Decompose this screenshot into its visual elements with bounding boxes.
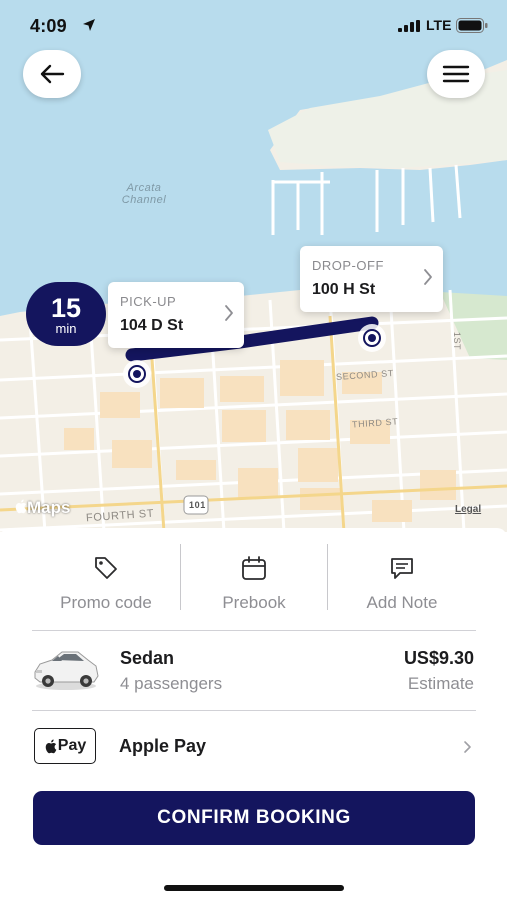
vehicle-name: Sedan: [120, 648, 175, 668]
apple-pay-badge-text: Pay: [57, 737, 87, 754]
section-divider: [32, 630, 476, 631]
home-indicator: [164, 885, 344, 891]
dropoff-address: 100 H St: [312, 281, 376, 298]
action-bar: Promo code Prebook Add Note: [32, 544, 476, 616]
prebook-label: Prebook: [222, 593, 286, 612]
legal-link[interactable]: Legal: [455, 504, 481, 515]
apple-pay-badge: Pay: [34, 728, 96, 764]
add-note-label: Add Note: [366, 593, 438, 612]
arrow-left-icon: [40, 64, 65, 84]
apple-logo-icon: [15, 499, 27, 514]
hamburger-menu-icon: [442, 65, 470, 83]
pickup-callout[interactable]: PICK-UP 104 D St: [108, 282, 244, 348]
dropoff-pin[interactable]: [358, 324, 386, 352]
eta-value: 15: [50, 293, 82, 323]
fare-estimate-note: Estimate: [407, 674, 474, 693]
location-arrow-icon: [83, 19, 95, 31]
section-divider: [32, 710, 476, 711]
maps-logo-text: Maps: [27, 498, 71, 517]
add-note-button[interactable]: Add Note: [328, 544, 476, 616]
dropoff-callout[interactable]: DROP-OFF 100 H St: [300, 246, 443, 312]
highway-shield-label: 101: [189, 500, 206, 510]
status-time: 4:09: [30, 16, 67, 36]
action-divider: [180, 544, 181, 610]
maps-logo: Maps: [14, 498, 70, 518]
prebook-button[interactable]: Prebook: [180, 544, 328, 616]
network-type: LTE: [426, 17, 452, 33]
tag-icon: [95, 557, 117, 579]
vehicle-option[interactable]: Sedan 4 passengers US$9.30 Estimate: [32, 632, 476, 710]
map-view[interactable]: Arcata Channel SECOND ST THIRD ST FOURTH…: [0, 0, 507, 532]
promo-code-button[interactable]: Promo code: [32, 544, 180, 616]
water-label-line2: Channel: [121, 194, 167, 206]
pickup-address: 104 D St: [120, 317, 184, 334]
menu-button[interactable]: [427, 50, 485, 98]
vehicle-capacity: 4 passengers: [120, 674, 223, 693]
back-button[interactable]: [23, 50, 81, 98]
street-label-first: 1ST: [452, 331, 463, 351]
battery-icon: [456, 18, 488, 33]
promo-code-label: Promo code: [60, 593, 152, 612]
eta-unit: min: [55, 321, 77, 336]
chevron-right-icon: [424, 269, 432, 285]
booking-sheet: Promo code Prebook Add Note Sedan 4 pass…: [0, 528, 507, 900]
payment-method-name: Apple Pay: [119, 736, 207, 756]
confirm-booking-button[interactable]: CONFIRM BOOKING: [33, 791, 475, 845]
sedan-car-image: [34, 651, 99, 690]
water-label-line1: Arcata: [126, 182, 162, 194]
apple-logo-icon: [45, 739, 57, 753]
chevron-right-icon: [464, 741, 471, 753]
water-label: Arcata Channel: [108, 182, 180, 206]
calendar-icon: [242, 556, 266, 580]
fare-price: US$9.30: [403, 648, 474, 668]
dropoff-kicker: DROP-OFF: [312, 258, 384, 273]
pickup-pin[interactable]: [123, 360, 151, 388]
action-divider: [327, 544, 328, 610]
payment-method-row[interactable]: Pay Apple Pay: [32, 712, 476, 780]
eta-badge: 15 min: [26, 282, 106, 346]
message-icon: [391, 558, 413, 579]
pickup-kicker: PICK-UP: [120, 294, 177, 309]
status-bar: 4:09 LTE: [0, 0, 507, 52]
chevron-right-icon: [225, 305, 233, 321]
signal-icon: [398, 20, 420, 32]
